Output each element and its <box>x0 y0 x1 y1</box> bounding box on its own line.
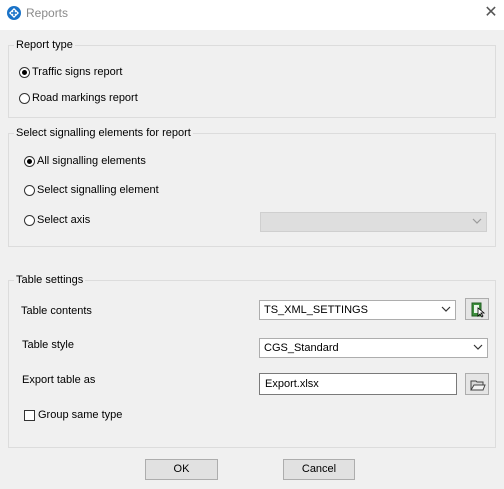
axis-combo <box>260 212 487 232</box>
radio-all-signalling[interactable]: All signalling elements <box>24 155 146 167</box>
export-filename-value: Export.xlsx <box>265 378 319 390</box>
radio-button[interactable] <box>19 92 30 104</box>
title-bar: Reports ✕ <box>0 0 504 30</box>
radio-select-signalling[interactable]: Select signalling element <box>24 184 159 196</box>
table-contents-combo[interactable]: TS_XML_SETTINGS <box>259 300 456 320</box>
checkbox-box[interactable] <box>24 409 35 421</box>
checkbox-label: Group same type <box>38 409 123 421</box>
radio-label: All signalling elements <box>37 155 146 167</box>
table-contents-label: Table contents <box>21 305 92 317</box>
export-table-label: Export table as <box>22 374 96 386</box>
radio-traffic-signs[interactable]: Traffic signs report <box>19 66 122 78</box>
close-icon[interactable]: ✕ <box>478 1 504 27</box>
chevron-down-icon <box>472 218 482 224</box>
table-style-value: CGS_Standard <box>264 342 339 354</box>
radio-button[interactable] <box>24 184 35 196</box>
chevron-down-icon <box>441 306 451 312</box>
browse-folder-button[interactable] <box>465 373 489 395</box>
ok-button[interactable]: OK <box>145 459 218 480</box>
radio-label: Road markings report <box>32 92 138 104</box>
chevron-down-icon <box>473 344 483 350</box>
report-type-legend: Report type <box>14 39 75 51</box>
app-logo-icon <box>7 6 21 20</box>
radio-label: Traffic signs report <box>32 66 123 78</box>
radio-label: Select signalling element <box>37 184 159 196</box>
report-type-group <box>8 45 496 118</box>
radio-label: Select axis <box>37 214 91 226</box>
window-title: Reports <box>26 6 69 20</box>
table-style-combo[interactable]: CGS_Standard <box>259 338 488 358</box>
group-same-type-checkbox[interactable]: Group same type <box>24 409 122 421</box>
radio-button[interactable] <box>24 155 35 167</box>
table-contents-value: TS_XML_SETTINGS <box>264 304 368 316</box>
radio-button[interactable] <box>19 66 30 78</box>
radio-road-markings[interactable]: Road markings report <box>19 92 138 104</box>
open-folder-icon <box>470 380 486 391</box>
export-filename-input[interactable]: Export.xlsx <box>259 373 457 395</box>
table-settings-legend: Table settings <box>14 274 86 286</box>
cancel-button[interactable]: Cancel <box>283 459 355 480</box>
signalling-legend: Select signalling elements for report <box>14 127 193 139</box>
radio-button[interactable] <box>24 214 35 226</box>
edit-table-settings-button[interactable] <box>465 298 489 320</box>
table-style-label: Table style <box>22 339 74 351</box>
radio-select-axis[interactable]: Select axis <box>24 214 90 226</box>
edit-settings-icon <box>471 302 486 318</box>
